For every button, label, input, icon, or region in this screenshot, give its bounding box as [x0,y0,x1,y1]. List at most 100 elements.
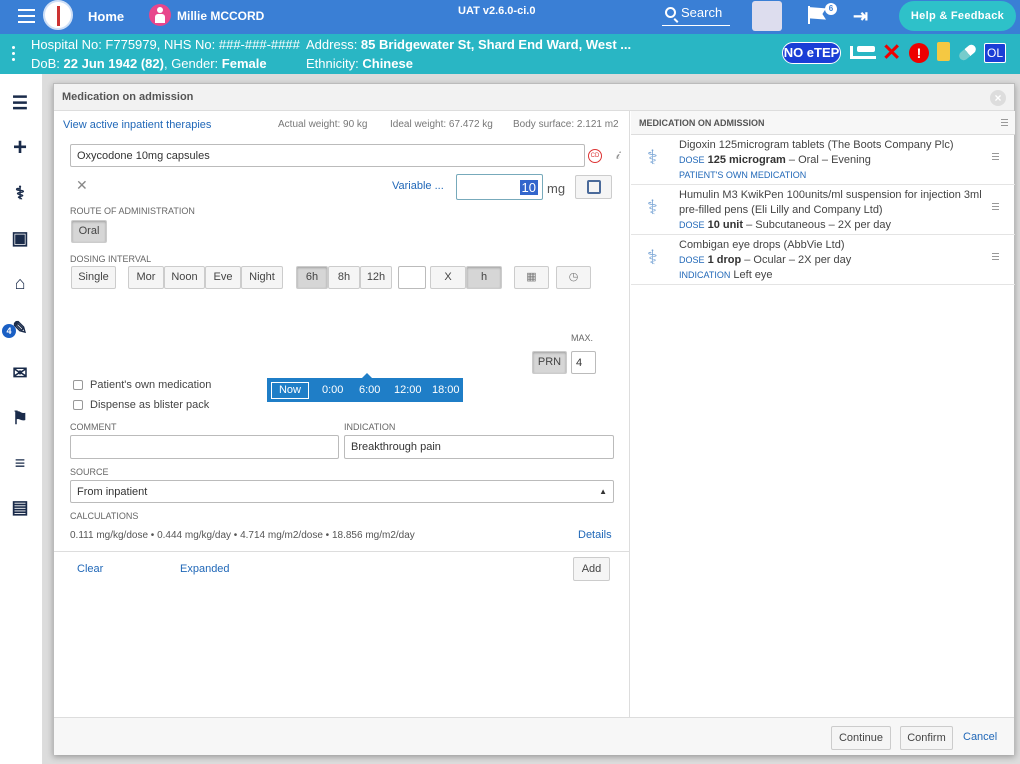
prescribe-badge: 4 [2,324,16,338]
caduceus-icon: ⚕ [647,147,658,169]
inbox-icon[interactable]: ✉ [9,362,31,384]
clipboard-icon[interactable] [937,42,950,61]
left-panel: View active inpatient therapies Actual w… [54,111,630,717]
dose-input[interactable]: 10 [456,174,543,200]
time-0600[interactable]: 6:00 [359,384,380,396]
drag-handle-icon[interactable] [992,203,999,212]
confirm-button[interactable]: Confirm [900,726,953,750]
source-label: SOURCE [70,467,109,477]
details-link[interactable]: Details [578,529,612,541]
patient-banner: Hospital No: F775979, NHS No: ###-###-##… [0,34,1020,74]
route-label: ROUTE OF ADMINISTRATION [70,206,195,216]
dosing-interval-label: DOSING INTERVAL [70,254,152,264]
plus-icon[interactable]: + [9,136,31,160]
home-icon[interactable]: ⌂ [9,272,31,294]
route-oral-button[interactable]: Oral [71,220,107,243]
list-item[interactable]: ⚕ Digoxin 125microgram tablets (The Boot… [631,135,1015,185]
time-1800[interactable]: 18:00 [432,384,460,396]
medication-indication: INDICATION Left eye [679,269,773,281]
flag-icon[interactable] [808,7,826,20]
help-feedback-button[interactable]: Help & Feedback [899,1,1016,31]
patient-name[interactable]: Millie MCCORD [177,9,264,23]
time-0000[interactable]: 0:00 [322,384,343,396]
info-icon[interactable]: 𝒾 [616,147,620,163]
interval-mor-button[interactable]: Mor [128,266,164,289]
view-active-therapies-link[interactable]: View active inpatient therapies [63,119,211,131]
drag-handle-icon[interactable] [992,153,999,162]
medication-dose: DOSE 1 drop – Ocular – 2X per day [679,254,852,266]
max-input[interactable]: 4 [571,351,596,374]
top-bar: Home Millie MCCORD UAT v2.6.0-ci.0 Searc… [0,0,1020,34]
ol-badge[interactable]: OL [984,43,1006,63]
own-medication-checkbox[interactable] [73,380,83,390]
cancel-link[interactable]: Cancel [963,731,997,743]
calendar-icon[interactable]: ▦ [514,266,549,289]
comment-input[interactable] [70,435,339,459]
clock-icon[interactable]: ◷ [556,266,591,289]
pill-icon[interactable] [957,42,978,63]
cd-icon: CD [588,149,602,163]
medication-tag: PATIENT'S OWN MEDICATION [679,170,807,180]
checklist-icon[interactable]: ≡ [9,452,31,474]
caduceus-icon: ⚕ [647,197,658,219]
interval-12h-button[interactable]: 12h [360,266,392,289]
search-button[interactable]: Search [662,5,730,26]
alert-icon[interactable]: ! [909,43,929,63]
home-link[interactable]: Home [88,9,124,24]
indication-input[interactable]: Breakthrough pain [344,435,614,459]
logo-icon[interactable] [43,0,73,30]
drug-input[interactable]: Oxycodone 10mg capsules [70,144,585,167]
medication-list-title: MEDICATION ON ADMISSION [639,118,765,128]
clear-drug-icon[interactable]: ✕ [76,177,88,194]
expanded-link[interactable]: Expanded [180,563,230,575]
continue-button[interactable]: Continue [831,726,891,750]
clear-link[interactable]: Clear [77,563,103,575]
calculations-text: 0.111 mg/kg/dose • 0.444 mg/kg/day • 4.7… [70,530,415,541]
user-avatar[interactable] [752,1,782,31]
medication-name: Digoxin 125microgram tablets (The Boots … [679,139,954,151]
list-item[interactable]: ⚕ Humulin M3 KwikPen 100units/ml suspens… [631,185,1015,235]
list-item[interactable]: ⚕ Combigan eye drops (AbbVie Ltd) DOSE 1… [631,235,1015,285]
more-options-icon[interactable] [12,46,16,64]
interval-noon-button[interactable]: Noon [164,266,205,289]
emergency-icon[interactable]: ⚑ [9,407,31,429]
interval-x-button[interactable]: X [430,266,466,289]
ward-icon[interactable]: ▤ [9,496,31,518]
interval-single-button[interactable]: Single [71,266,116,289]
drag-handle-icon[interactable] [992,253,999,262]
add-button[interactable]: Add [573,557,610,581]
close-icon[interactable]: ✕ [882,39,901,65]
time-now[interactable]: Now [271,382,309,399]
menu-icon[interactable] [18,9,35,23]
interval-custom-input[interactable] [398,266,426,289]
interval-h-button[interactable]: h [466,266,502,289]
interval-8h-button[interactable]: 8h [328,266,360,289]
stethoscope-icon[interactable]: ⚕ [9,182,31,204]
interval-night-button[interactable]: Night [241,266,283,289]
bed-icon[interactable] [850,46,876,59]
calculator-button[interactable] [575,175,612,199]
body-surface: Body surface: 2.121 m2 [513,119,619,130]
caduceus-icon: ⚕ [647,247,658,269]
blister-pack-checkbox[interactable] [73,400,83,410]
prn-button[interactable]: PRN [532,351,567,374]
interval-6h-button[interactable]: 6h [296,266,328,289]
medication-dose: DOSE 125 microgram – Oral – Evening [679,154,871,166]
avatar-icon [149,4,171,26]
actual-weight: Actual weight: 90 kg [278,119,368,130]
modal-header: Medication on admission × [54,84,1014,111]
version-label: UAT v2.6.0-ci.0 [458,5,536,17]
close-icon[interactable]: × [990,90,1006,106]
list-menu-icon[interactable] [1001,119,1008,128]
source-select[interactable]: From inpatient ▲ [70,480,614,503]
medication-name: Combigan eye drops (AbbVie Ltd) [679,239,845,251]
interval-eve-button[interactable]: Eve [205,266,241,289]
medication-name: Humulin M3 KwikPen 100units/ml suspensio… [679,189,982,216]
no-etep-badge[interactable]: NO eTEP [782,42,841,64]
medication-list-header: MEDICATION ON ADMISSION [631,111,1015,135]
logout-icon[interactable]: ⇥ [853,7,873,25]
time-1200[interactable]: 12:00 [394,384,422,396]
camera-icon[interactable]: ▣ [9,227,31,249]
list-icon[interactable]: ☰ [9,92,31,114]
variable-link[interactable]: Variable ... [392,180,444,192]
